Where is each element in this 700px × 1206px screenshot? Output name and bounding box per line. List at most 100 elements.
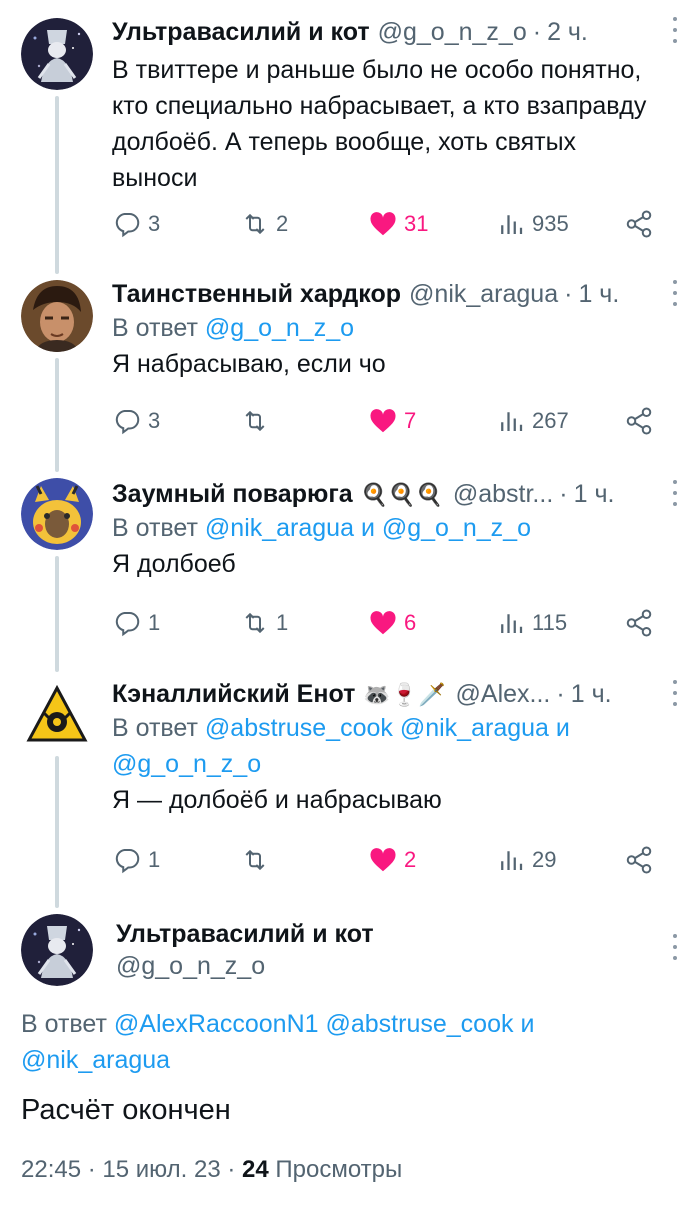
like-button[interactable]: 2: [368, 842, 416, 878]
avatar[interactable]: [21, 678, 93, 750]
retweet-button[interactable]: 2: [240, 206, 288, 242]
author-handle[interactable]: @nik_aragua: [409, 278, 558, 310]
reply-button[interactable]: 3: [112, 403, 160, 439]
share-icon: [626, 609, 652, 637]
reply-icon: [115, 849, 140, 874]
views-button[interactable]: 935: [496, 206, 569, 242]
share-button[interactable]: [624, 842, 660, 878]
share-button[interactable]: [624, 605, 660, 641]
tweet-actions: 3 2 31 935: [112, 206, 662, 242]
author-name[interactable]: Ультравасилий и кот: [116, 918, 374, 950]
more-icon[interactable]: [672, 280, 678, 306]
reply-prefix: В ответ: [112, 514, 198, 542]
tweet-time[interactable]: 1 ч.: [578, 278, 619, 310]
author-name[interactable]: Кэналлийский Енот: [112, 678, 355, 710]
mention-link[interactable]: @nik_aragua: [205, 514, 354, 542]
mention-link[interactable]: @AlexRaccoonN1: [114, 1010, 319, 1038]
like-count: 7: [404, 408, 417, 433]
separator-dot: ·: [564, 280, 573, 308]
more-icon[interactable]: [672, 17, 678, 43]
retweet-button[interactable]: [240, 403, 276, 439]
reply-button[interactable]: 1: [112, 605, 160, 641]
main-tweet: Ультравасилий и кот @g_o_n_z_o В ответ @…: [0, 906, 700, 1206]
tweet-header: Кэналлийский Енот 🦝🍷🗡️ @Alex... · 1 ч.: [112, 678, 660, 710]
reply-prefix: В ответ: [112, 714, 198, 742]
share-icon: [626, 846, 652, 874]
views-count: 935: [532, 211, 569, 236]
author-name[interactable]: Ультравасилий и кот: [112, 16, 370, 48]
tweet-time[interactable]: 2 ч.: [547, 16, 588, 48]
mention-link[interactable]: @abstruse_cook: [205, 714, 393, 742]
avatar[interactable]: [21, 914, 93, 986]
author-handle[interactable]: @g_o_n_z_o: [116, 950, 374, 982]
views-count: 29: [532, 847, 557, 872]
like-button[interactable]: 6: [368, 605, 416, 641]
tweet[interactable]: Таинственный хардкор @nik_aragua · 1 ч. …: [0, 270, 700, 470]
reply-to: В ответ @abstruse_cook @nik_aragua и @g_…: [112, 710, 660, 782]
tweet[interactable]: Ультравасилий и кот @g_o_n_z_o · 2 ч. В …: [0, 0, 700, 270]
like-button[interactable]: 31: [368, 206, 428, 242]
mention-link[interactable]: @nik_aragua: [400, 714, 549, 742]
views-count: 267: [532, 408, 569, 433]
mention-link[interactable]: @g_o_n_z_o: [112, 750, 261, 778]
reply-prefix: В ответ: [112, 314, 198, 342]
reply-count: 3: [148, 211, 161, 236]
author-name[interactable]: Заумный поварюга: [112, 478, 353, 510]
author-handle[interactable]: @Alex...: [456, 678, 551, 710]
more-icon[interactable]: [672, 934, 678, 960]
views-button[interactable]: 29: [496, 842, 556, 878]
like-count: 6: [404, 610, 417, 635]
mention-link[interactable]: @g_o_n_z_o: [205, 314, 354, 342]
avatar[interactable]: [21, 18, 93, 90]
tweet-time[interactable]: 1 ч.: [571, 678, 612, 710]
mention-link[interactable]: @abstruse_cook: [326, 1010, 514, 1038]
author-handle[interactable]: @abstr...: [453, 478, 553, 510]
reply-icon: [115, 213, 140, 238]
reply-count: 1: [148, 610, 161, 635]
tweet-time[interactable]: 1 ч.: [574, 478, 615, 510]
name-emojis: 🍳🍳🍳: [360, 482, 443, 507]
like-button[interactable]: 7: [368, 403, 416, 439]
avatar[interactable]: [21, 478, 93, 550]
tweet[interactable]: Кэналлийский Енот 🦝🍷🗡️ @Alex... · 1 ч. В…: [0, 670, 700, 906]
heart-icon: [370, 212, 396, 236]
tweet-header: Ультравасилий и кот @g_o_n_z_o · 2 ч.: [112, 16, 660, 48]
views-icon: [501, 851, 523, 870]
reply-and: и: [555, 714, 570, 742]
tweet-text: В твиттере и раньше было не особо понятн…: [112, 56, 647, 192]
heart-icon: [370, 409, 396, 433]
views-count: 115: [532, 610, 568, 635]
heart-icon: [370, 848, 396, 872]
tweet-time[interactable]: 22:45: [21, 1156, 81, 1183]
retweet-icon: [245, 849, 265, 871]
mention-link[interactable]: @g_o_n_z_o: [382, 514, 531, 542]
views-button[interactable]: 267: [496, 403, 569, 439]
avatar[interactable]: [21, 280, 93, 352]
views-count: 24: [242, 1156, 269, 1183]
author-name[interactable]: Таинственный хардкор: [112, 278, 401, 310]
retweet-icon: [245, 410, 265, 432]
views-button[interactable]: 115: [496, 605, 567, 641]
reply-button[interactable]: 3: [112, 206, 160, 242]
retweet-button[interactable]: 1: [240, 605, 288, 641]
retweet-count: 2: [276, 211, 289, 236]
author-handle[interactable]: @g_o_n_z_o: [378, 16, 527, 48]
tweet[interactable]: Заумный поварюга 🍳🍳🍳 @abstr... · 1 ч. В …: [0, 470, 700, 670]
mention-link[interactable]: @nik_aragua: [21, 1046, 170, 1074]
tweet-actions: 3 7 267: [112, 403, 662, 439]
reply-icon: [115, 410, 140, 435]
separator-dot: ·: [556, 680, 565, 708]
tweet-text: Я долбоеб: [112, 550, 236, 578]
reply-count: 3: [148, 408, 161, 433]
separator-dot: ·: [87, 1156, 103, 1183]
views-icon: [501, 215, 523, 234]
reply-button[interactable]: 1: [112, 842, 160, 878]
reply-icon: [115, 612, 140, 637]
share-button[interactable]: [624, 403, 660, 439]
like-count: 2: [404, 847, 417, 872]
tweet-date[interactable]: 15 июл. 23: [102, 1156, 220, 1183]
retweet-button[interactable]: [240, 842, 276, 878]
more-icon[interactable]: [672, 680, 678, 706]
share-button[interactable]: [624, 206, 660, 242]
more-icon[interactable]: [672, 480, 678, 506]
